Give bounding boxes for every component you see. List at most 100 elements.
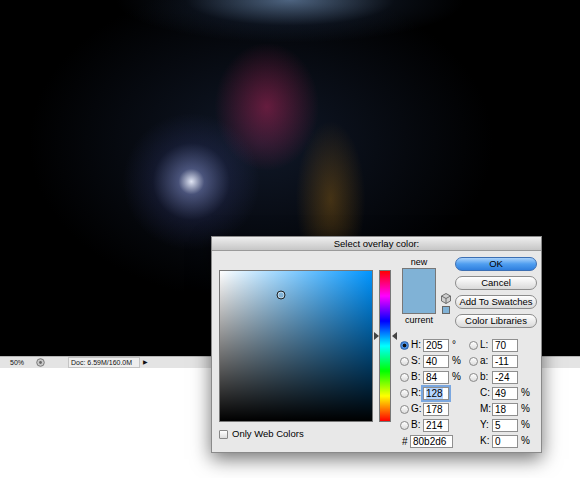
value-unit: ° — [452, 339, 461, 351]
value-text: 70 — [495, 340, 506, 351]
value-input[interactable]: 205 — [423, 339, 449, 352]
value-input[interactable]: -11 — [492, 355, 518, 368]
color-value-row: L: 70 — [469, 337, 535, 353]
value-label: K: — [480, 435, 491, 447]
value-label: B: — [411, 371, 422, 383]
value-label: C: — [480, 387, 491, 399]
color-value-row: B: 214 — [400, 417, 469, 433]
value-text: -24 — [495, 372, 509, 383]
value-unit: % — [521, 403, 530, 415]
hue-marker-right-icon[interactable] — [392, 332, 397, 340]
value-input[interactable]: -24 — [492, 371, 518, 384]
picker-column: Only Web Colors — [219, 257, 373, 449]
zoom-level[interactable]: 50% — [10, 358, 32, 367]
mode-radio[interactable] — [400, 341, 409, 350]
value-label: G: — [411, 403, 422, 415]
value-input[interactable]: 128 — [423, 387, 449, 400]
value-text: 0 — [495, 436, 501, 447]
color-value-row: K: 0% — [469, 433, 535, 449]
mode-radio[interactable] — [469, 373, 478, 382]
current-label: current — [405, 315, 433, 325]
color-picker-dialog: Select overlay color: Only Web Colors new c… — [211, 236, 542, 453]
value-input[interactable]: 84 — [423, 371, 449, 384]
color-value-row: H: 205 ° — [400, 337, 469, 353]
color-value-row: Y: 5% — [469, 417, 535, 433]
value-input[interactable]: 40 — [423, 355, 449, 368]
dialog-button[interactable]: Color Libraries — [455, 314, 537, 328]
new-label: new — [411, 257, 428, 267]
value-text: 214 — [426, 420, 443, 431]
value-input[interactable]: 49 — [492, 387, 518, 400]
color-field-marker[interactable] — [276, 291, 285, 300]
mode-radio[interactable] — [400, 421, 409, 430]
dialog-buttons: OK Cancel Add To Swatches Color Libraries — [455, 257, 537, 328]
value-label: Y: — [480, 419, 491, 431]
web-colors-option: Only Web Colors — [219, 427, 373, 441]
dialog-title: Select overlay color: — [212, 237, 541, 251]
controls-column: new current OK Cancel Add To Swatches Color L… — [399, 257, 537, 449]
value-label: L: — [480, 339, 491, 351]
value-label: S: — [411, 355, 422, 367]
value-unit: % — [521, 419, 530, 431]
mode-radio[interactable] — [400, 357, 409, 366]
hex-row: #80b2d6 — [400, 433, 469, 449]
mode-radio[interactable] — [469, 341, 478, 350]
status-menu-arrow[interactable]: ▶ — [143, 358, 148, 367]
dialog-button[interactable]: Add To Swatches — [455, 295, 537, 309]
color-value-row: M: 18% — [469, 401, 535, 417]
values-right-column: L: 70 a: -11 b: -24 C: 49% M: 18% Y: 5% K: 0% — [469, 337, 535, 449]
hue-marker-left-icon[interactable] — [374, 332, 379, 340]
color-value-row: S: 40% — [400, 353, 469, 369]
web-colors-checkbox[interactable] — [219, 430, 228, 439]
hex-input[interactable]: 80b2d6 — [410, 435, 453, 448]
value-label: M: — [480, 403, 491, 415]
value-unit: % — [521, 435, 530, 447]
dialog-button[interactable]: OK — [455, 257, 537, 271]
hex-value: 80b2d6 — [413, 436, 446, 447]
value-label: a: — [480, 355, 491, 367]
value-label: b: — [480, 371, 491, 383]
value-label: H: — [411, 339, 422, 351]
value-text: -11 — [495, 356, 509, 367]
value-text: 178 — [426, 404, 443, 415]
dialog-button[interactable]: Cancel — [455, 276, 537, 290]
current-color-swatch[interactable] — [403, 291, 435, 313]
value-text: 49 — [495, 388, 506, 399]
color-value-row: B:84% — [400, 369, 469, 385]
value-input[interactable]: 18 — [492, 403, 518, 416]
color-swatch — [402, 268, 436, 314]
value-text: 18 — [495, 404, 506, 415]
document-size-info: Doc: 6.59M/160.0M — [68, 357, 140, 368]
value-text: 205 — [426, 340, 443, 351]
value-text: 40 — [426, 356, 437, 367]
value-text: 84 — [426, 372, 437, 383]
color-value-row: a: -11 — [469, 353, 535, 369]
mode-radio[interactable] — [400, 405, 409, 414]
value-label: R: — [411, 387, 422, 399]
value-unit: % — [452, 355, 461, 367]
value-input[interactable]: 214 — [423, 419, 449, 432]
mode-radio[interactable] — [400, 373, 409, 382]
hue-slider-column — [373, 257, 399, 449]
color-field[interactable] — [219, 270, 373, 422]
mode-radio[interactable] — [400, 389, 409, 398]
new-color-swatch — [403, 269, 435, 291]
mode-radio[interactable] — [469, 357, 478, 366]
web-safe-swatch[interactable] — [442, 306, 450, 314]
value-label: B: — [411, 419, 422, 431]
value-unit: % — [521, 387, 530, 399]
values-left-column: H:205°S:40%B:84%R:128G:178B:214#80b2d6 — [399, 337, 469, 449]
web-colors-label[interactable]: Only Web Colors — [232, 427, 304, 441]
value-input[interactable]: 0 — [492, 435, 518, 448]
status-info-icon[interactable] — [36, 358, 45, 367]
value-input[interactable]: 70 — [492, 339, 518, 352]
value-input[interactable]: 178 — [423, 403, 449, 416]
web-safe-cube-icon[interactable] — [441, 293, 451, 304]
dialog-body: Only Web Colors new current OK Cancel Add To … — [212, 251, 541, 452]
value-text: 5 — [495, 420, 501, 431]
hue-slider[interactable] — [379, 270, 391, 422]
hex-label: # — [402, 434, 409, 449]
value-input[interactable]: 5 — [492, 419, 518, 432]
photoshop-window: 50%Doc: 6.59M/160.0M▶ Select overlay col… — [0, 0, 580, 478]
color-value-row: R:128 — [400, 385, 469, 401]
